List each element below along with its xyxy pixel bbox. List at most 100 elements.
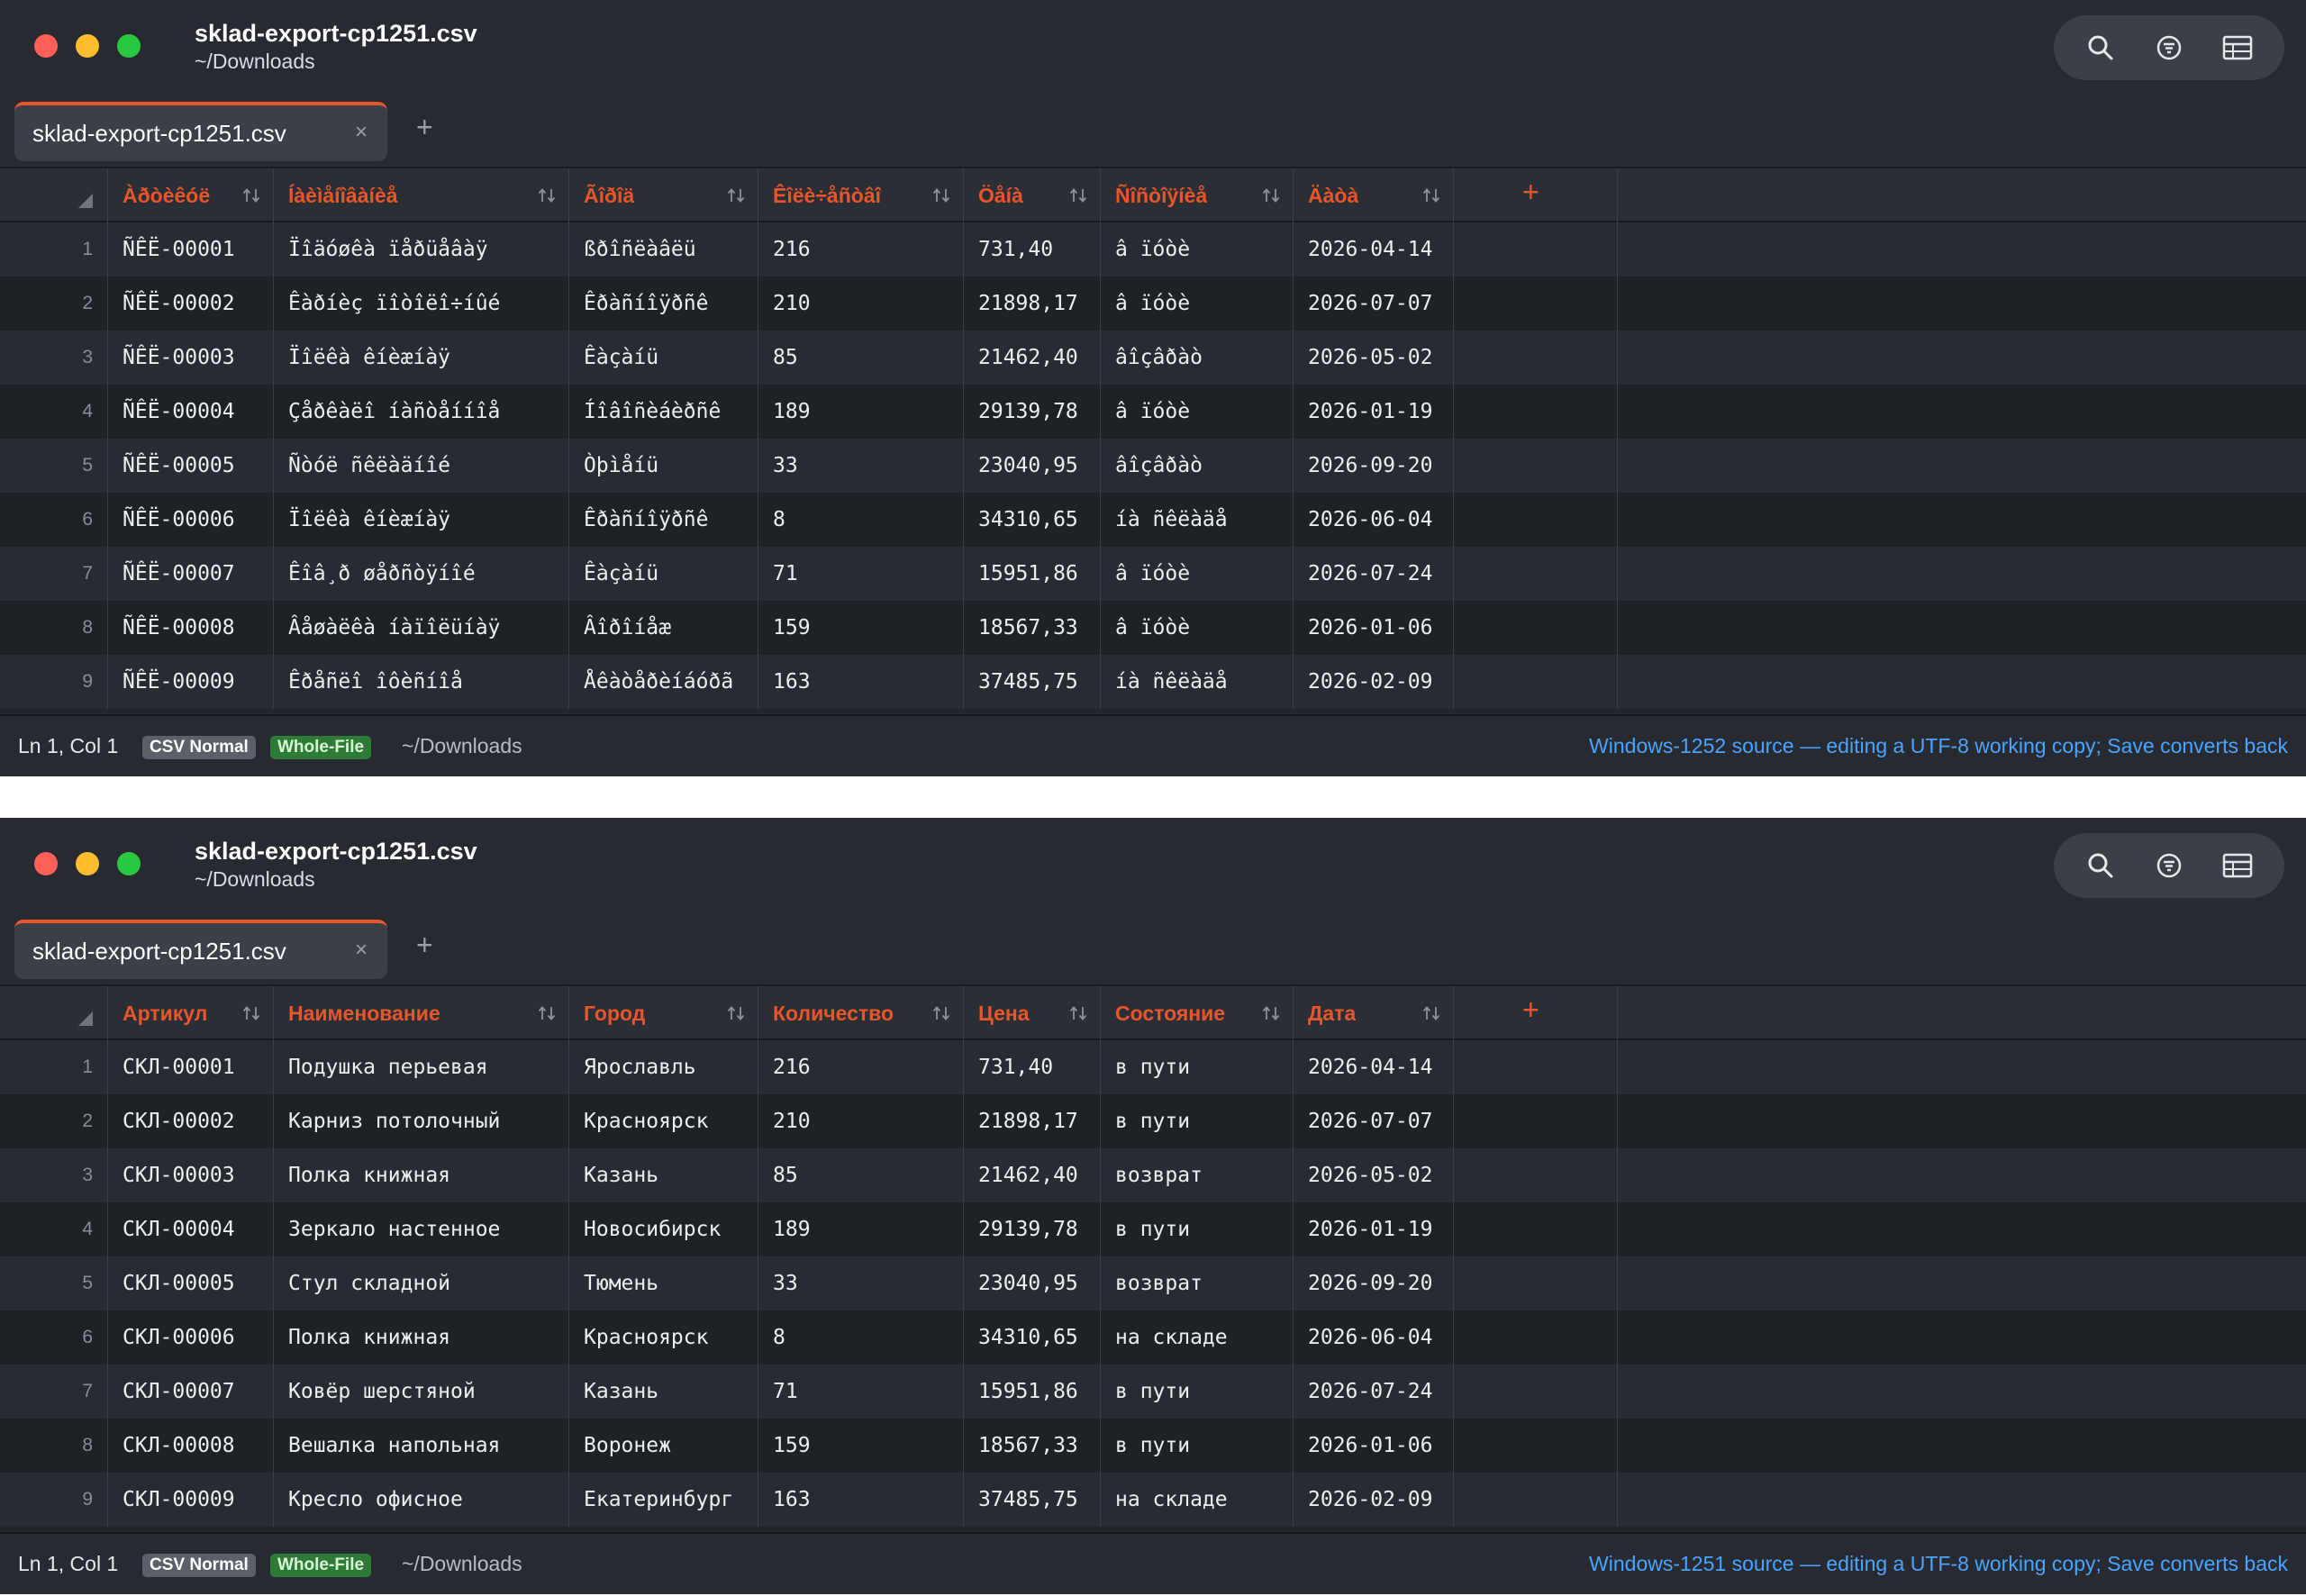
cell-sku[interactable]: ÑÊË-00008 [108, 601, 274, 655]
cell-qty[interactable]: 85 [758, 1148, 964, 1202]
cell-price[interactable]: 21898,17 [964, 1094, 1101, 1148]
sort-icon[interactable] [538, 1005, 556, 1021]
cell-sku[interactable]: СКЛ-00005 [108, 1256, 274, 1310]
cell-city[interactable]: Новосибирск [569, 1202, 758, 1256]
cell-price[interactable]: 21462,40 [964, 1148, 1101, 1202]
cell-qty[interactable]: 8 [758, 493, 964, 547]
minimize-window-button[interactable] [76, 34, 99, 58]
cell-state[interactable]: на складе [1101, 1473, 1294, 1527]
cell-name[interactable]: Ïîëêà êíèæíàÿ [274, 493, 569, 547]
cell-date[interactable]: 2026-01-19 [1294, 1202, 1454, 1256]
cell-city[interactable]: Воронеж [569, 1419, 758, 1473]
cell-qty[interactable]: 8 [758, 1310, 964, 1365]
cell-name[interactable]: Полка книжная [274, 1148, 569, 1202]
tab-file[interactable]: sklad-export-cp1251.csv × [14, 102, 387, 161]
table-row[interactable]: 3 ÑÊË-00003 Ïîëêà êíèæíàÿ Êàçàíü 85 21462,40 â… [0, 331, 2306, 385]
cell-qty[interactable]: 189 [758, 385, 964, 439]
cell-sku[interactable]: СКЛ-00002 [108, 1094, 274, 1148]
cell-qty[interactable]: 163 [758, 655, 964, 709]
new-tab-button[interactable]: + [416, 111, 433, 144]
row-number[interactable]: 9 [0, 1473, 108, 1527]
row-number[interactable]: 1 [0, 222, 108, 277]
sort-icon[interactable] [1262, 1005, 1280, 1021]
cell-state[interactable]: â ïóòè [1101, 601, 1294, 655]
table-row[interactable]: 9 ÑÊË-00009 Êðåñëî îôèñíîå Åêàòåðèíáóðã 163 3… [0, 655, 2306, 709]
cell-date[interactable]: 2026-07-07 [1294, 277, 1454, 331]
search-icon[interactable] [2081, 28, 2120, 68]
cell-sku[interactable]: ÑÊË-00001 [108, 222, 274, 277]
cell-city[interactable]: Казань [569, 1148, 758, 1202]
sort-icon[interactable] [727, 1005, 745, 1021]
row-number[interactable]: 5 [0, 439, 108, 493]
encoding-note[interactable]: Windows-1251 source — editing a UTF-8 wo… [1589, 1552, 2288, 1576]
column-header-name[interactable]: Наименование [274, 986, 569, 1040]
cell-city[interactable]: Тюмень [569, 1256, 758, 1310]
zoom-window-button[interactable] [117, 34, 141, 58]
cell-name[interactable]: Êàðíèç ïîòîëî÷íûé [274, 277, 569, 331]
cell-sku[interactable]: ÑÊË-00004 [108, 385, 274, 439]
cell-sku[interactable]: СКЛ-00006 [108, 1310, 274, 1365]
cell-sku[interactable]: ÑÊË-00007 [108, 547, 274, 601]
cell-state[interactable]: возврат [1101, 1148, 1294, 1202]
sort-icon[interactable] [1422, 1005, 1440, 1021]
cell-date[interactable]: 2026-01-19 [1294, 385, 1454, 439]
table-row[interactable]: 7 СКЛ-00007 Ковёр шерстяной Казань 71 15951,8… [0, 1365, 2306, 1419]
mode-badge[interactable]: CSV Normal [142, 1554, 256, 1577]
add-column-button[interactable]: + [1522, 993, 1539, 1027]
cell-state[interactable]: â ïóòè [1101, 547, 1294, 601]
tab-file[interactable]: sklad-export-cp1251.csv × [14, 920, 387, 979]
cell-price[interactable]: 18567,33 [964, 601, 1101, 655]
table-icon[interactable] [2218, 846, 2257, 885]
cell-city[interactable]: Ярославль [569, 1040, 758, 1094]
cell-price[interactable]: 34310,65 [964, 1310, 1101, 1365]
sort-icon[interactable] [1069, 1005, 1087, 1021]
scope-badge[interactable]: Whole-File [270, 736, 372, 759]
cell-sku[interactable]: СКЛ-00008 [108, 1419, 274, 1473]
cell-sku[interactable]: ÑÊË-00002 [108, 277, 274, 331]
cursor-position[interactable]: Ln 1, Col 1 [18, 734, 118, 758]
table-row[interactable]: 6 ÑÊË-00006 Ïîëêà êíèæíàÿ Êðàñíîÿðñê 8 34310,… [0, 493, 2306, 547]
cell-date[interactable]: 2026-02-09 [1294, 655, 1454, 709]
cell-qty[interactable]: 33 [758, 439, 964, 493]
cell-price[interactable]: 15951,86 [964, 547, 1101, 601]
add-column-button[interactable]: + [1522, 176, 1539, 209]
sort-icon[interactable] [727, 187, 745, 204]
cell-state[interactable]: â ïóòè [1101, 222, 1294, 277]
cell-name[interactable]: Зеркало настенное [274, 1202, 569, 1256]
cell-date[interactable]: 2026-04-14 [1294, 1040, 1454, 1094]
column-header-date[interactable]: Дата [1294, 986, 1454, 1040]
table-icon[interactable] [2218, 28, 2257, 68]
sort-icon[interactable] [242, 187, 260, 204]
cell-name[interactable]: Êðåñëî îôèñíîå [274, 655, 569, 709]
cell-city[interactable]: Åêàòåðèíáóðã [569, 655, 758, 709]
table-row[interactable]: 7 ÑÊË-00007 Êîâ¸ð øåðñòÿíîé Êàçàíü 71 15951,8… [0, 547, 2306, 601]
cell-price[interactable]: 23040,95 [964, 439, 1101, 493]
cell-state[interactable]: в пути [1101, 1419, 1294, 1473]
row-number[interactable]: 1 [0, 1040, 108, 1094]
cell-sku[interactable]: СКЛ-00009 [108, 1473, 274, 1527]
cell-city[interactable]: ßðîñëàâëü [569, 222, 758, 277]
cell-date[interactable]: 2026-01-06 [1294, 1419, 1454, 1473]
cell-city[interactable]: Красноярск [569, 1094, 758, 1148]
cell-sku[interactable]: ÑÊË-00006 [108, 493, 274, 547]
row-number[interactable]: 8 [0, 1419, 108, 1473]
table-row[interactable]: 2 СКЛ-00002 Карниз потолочный Красноярск 210… [0, 1094, 2306, 1148]
cell-state[interactable]: íà ñêëàäå [1101, 655, 1294, 709]
zoom-window-button[interactable] [117, 852, 141, 875]
tab-close-icon[interactable]: × [355, 120, 368, 145]
cell-qty[interactable]: 85 [758, 331, 964, 385]
cell-qty[interactable]: 210 [758, 1094, 964, 1148]
cell-price[interactable]: 731,40 [964, 1040, 1101, 1094]
table-row[interactable]: 2 ÑÊË-00002 Êàðíèç ïîòîëî÷íûé Êðàñíîÿðñê 210… [0, 277, 2306, 331]
cell-name[interactable]: Âåøàëêà íàïîëüíàÿ [274, 601, 569, 655]
cell-sku[interactable]: ÑÊË-00003 [108, 331, 274, 385]
row-number[interactable]: 3 [0, 331, 108, 385]
cell-qty[interactable]: 163 [758, 1473, 964, 1527]
table-row[interactable]: 1 СКЛ-00001 Подушка перьевая Ярославль 216 73… [0, 1040, 2306, 1094]
cell-name[interactable]: Карниз потолочный [274, 1094, 569, 1148]
cell-city[interactable]: Òþìåíü [569, 439, 758, 493]
table-row[interactable]: 3 СКЛ-00003 Полка книжная Казань 85 21462,40 в… [0, 1148, 2306, 1202]
cell-state[interactable]: âîçâðàò [1101, 331, 1294, 385]
sort-icon[interactable] [1262, 187, 1280, 204]
cell-qty[interactable]: 159 [758, 601, 964, 655]
